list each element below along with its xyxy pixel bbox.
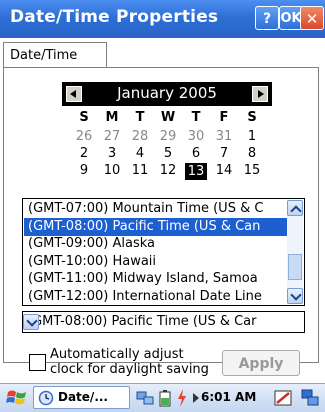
- taskbar: Date/... 6:01 AM: [0, 383, 325, 412]
- taskbar-app-label: Date/...: [58, 390, 108, 404]
- calendar-day[interactable]: 28: [129, 129, 151, 144]
- calendar-day[interactable]: 8: [241, 146, 263, 161]
- next-month-button[interactable]: [252, 86, 268, 102]
- window-title: Date/Time Properties: [10, 7, 219, 27]
- timezone-scrollbar[interactable]: [287, 200, 303, 304]
- calendar-day[interactable]: 2: [73, 146, 95, 161]
- chevron-up-icon: [290, 205, 302, 217]
- input-panel-icon[interactable]: [273, 388, 293, 408]
- calendar-day[interactable]: 10: [101, 163, 123, 178]
- weekday-label: T: [191, 110, 201, 125]
- calendar-day[interactable]: 27: [101, 129, 123, 144]
- timezone-item[interactable]: (GMT-12:00) International Date Line: [24, 288, 288, 306]
- timezone-item[interactable]: (GMT-08:00) Pacific Time (US & Can: [24, 217, 288, 236]
- windows-start-icon[interactable]: [6, 387, 28, 409]
- calendar-day[interactable]: 5: [157, 146, 179, 161]
- calendar-day[interactable]: 9: [73, 163, 95, 178]
- chevron-down-icon: [290, 289, 302, 301]
- date-time-icon: [38, 390, 54, 406]
- calendar-day[interactable]: 15: [241, 163, 263, 178]
- scroll-down-button[interactable]: [287, 288, 303, 304]
- right-arrow-icon: [258, 90, 264, 98]
- calendar-day[interactable]: 30: [185, 129, 207, 144]
- tab-date-time[interactable]: Date/Time: [3, 42, 107, 68]
- daylight-label-line1: Automatically adjust: [50, 347, 184, 362]
- scroll-up-button[interactable]: [287, 200, 303, 217]
- calendar-day-selected[interactable]: 13: [185, 163, 207, 180]
- scroll-thumb[interactable]: [288, 254, 302, 280]
- daylight-label-line2: clock for daylight saving: [50, 362, 209, 377]
- calendar-day[interactable]: 26: [73, 129, 95, 144]
- timezone-item[interactable]: (GMT-09:00) Alaska: [24, 235, 288, 253]
- timezone-list[interactable]: (GMT-07:00) Mountain Time (US & C (GMT-08…: [22, 198, 305, 306]
- weekday-label: F: [219, 110, 229, 125]
- calendar-day[interactable]: 12: [157, 163, 179, 178]
- weekday-label: S: [247, 110, 257, 125]
- desktop-icon[interactable]: [300, 388, 320, 408]
- chevron-down-icon: [26, 315, 38, 327]
- taskbar-app-button[interactable]: Date/...: [33, 386, 130, 409]
- battery-icon[interactable]: [158, 389, 172, 407]
- calendar-day[interactable]: 3: [101, 146, 123, 161]
- timezone-item[interactable]: (GMT-11:00) Midway Island, Samoa: [24, 270, 288, 288]
- daylight-label[interactable]: Automatically adjust clock for daylight …: [50, 347, 209, 377]
- title-bar: Date/Time Properties ? OK ✕: [0, 0, 325, 38]
- calendar-day[interactable]: 4: [129, 146, 151, 161]
- calendar-day[interactable]: 7: [213, 146, 235, 161]
- calendar-day[interactable]: 6: [185, 146, 207, 161]
- calendar-day[interactable]: 1: [241, 129, 263, 144]
- tray-expand-icon[interactable]: [193, 393, 199, 403]
- calendar-day[interactable]: 11: [129, 163, 151, 178]
- weekday-label: M: [105, 110, 119, 125]
- weekday-label: W: [160, 110, 176, 125]
- close-button[interactable]: ✕: [300, 6, 324, 30]
- daylight-checkbox[interactable]: [29, 354, 46, 371]
- calendar-day[interactable]: 31: [213, 129, 235, 144]
- timezone-combo-value: (GMT-08:00) Pacific Time (US & Car: [27, 314, 257, 329]
- calendar-month-label: January 2005: [117, 84, 217, 102]
- timezone-combo[interactable]: (GMT-08:00) Pacific Time (US & Car: [22, 311, 305, 333]
- help-button[interactable]: ?: [255, 6, 279, 30]
- timezone-item[interactable]: (GMT-07:00) Mountain Time (US & C: [24, 200, 288, 218]
- calendar-day[interactable]: 14: [213, 163, 235, 178]
- calendar-day[interactable]: 29: [157, 129, 179, 144]
- weekday-label: T: [135, 110, 145, 125]
- apply-button[interactable]: Apply: [222, 350, 300, 376]
- combo-dropdown-button[interactable]: [23, 314, 39, 330]
- calendar-header: January 2005: [62, 82, 272, 106]
- power-icon[interactable]: [176, 388, 188, 408]
- timezone-item[interactable]: (GMT-10:00) Hawaii: [24, 253, 288, 271]
- network-icon[interactable]: [136, 389, 154, 407]
- taskbar-clock[interactable]: 6:01 AM: [201, 390, 256, 404]
- weekday-label: S: [79, 110, 89, 125]
